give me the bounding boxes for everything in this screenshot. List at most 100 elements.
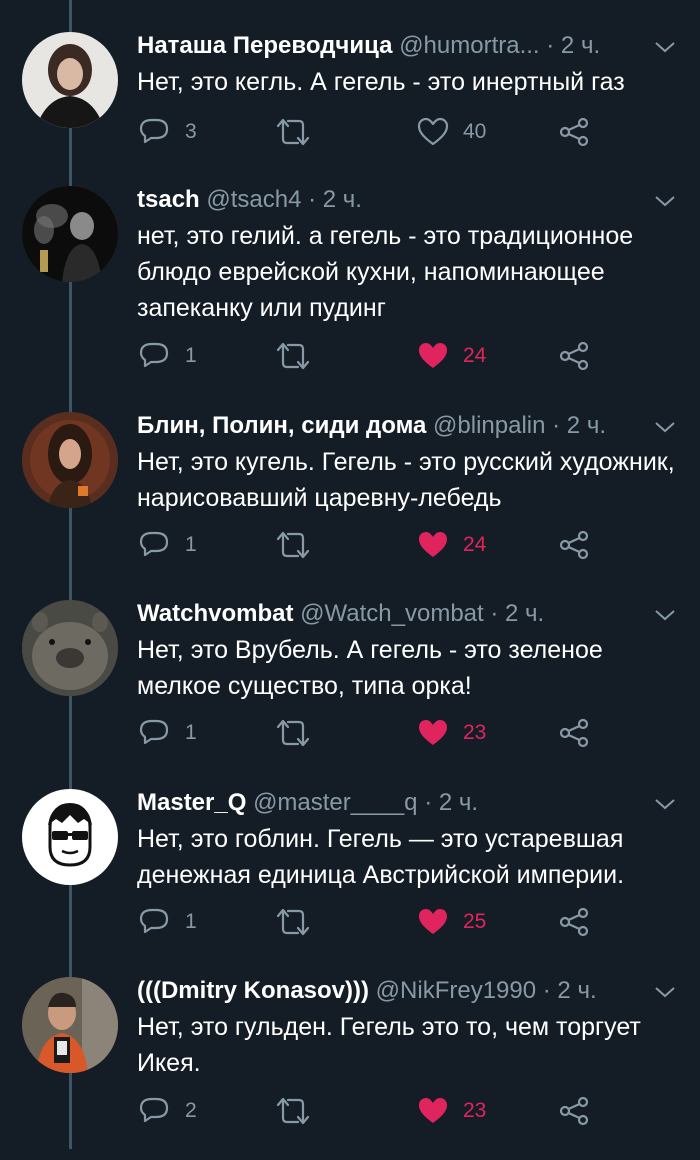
reply-button[interactable]: 3	[137, 112, 197, 152]
reply-icon	[139, 531, 169, 557]
reply-count: 1	[185, 344, 197, 367]
like-count: 24	[463, 533, 487, 556]
retweet-button[interactable]	[274, 336, 312, 376]
tweet-actions: 1 23	[0, 713, 700, 753]
tweet-header: Наташа Переводчица @humortra... · 2 ч.	[137, 30, 660, 62]
retweet-icon	[276, 719, 310, 747]
reply-button[interactable]: 1	[137, 902, 197, 942]
reply-icon	[139, 908, 169, 934]
username[interactable]: @humortra...	[399, 32, 539, 59]
tweet-text: Нет, это гульден. Гегель это то, чем тор…	[137, 1013, 641, 1077]
tweet[interactable]: (((Dmitry Konasov))) @NikFrey1990 · 2 ч.…	[0, 975, 700, 1160]
share-icon	[559, 1096, 589, 1126]
like-count: 23	[463, 721, 487, 744]
share-button[interactable]	[558, 525, 590, 565]
retweet-icon	[276, 118, 310, 146]
username[interactable]: @Watch_vombat	[300, 600, 484, 627]
timestamp[interactable]: · 2 ч.	[543, 977, 597, 1004]
like-icon	[419, 720, 447, 745]
avatar[interactable]	[22, 412, 118, 508]
like-count: 23	[463, 1099, 487, 1122]
share-button[interactable]	[558, 1091, 590, 1131]
like-icon	[419, 909, 447, 934]
reply-button[interactable]: 1	[137, 525, 197, 565]
avatar[interactable]	[22, 789, 118, 885]
username[interactable]: @tsach4	[206, 186, 301, 213]
tweet-text: Нет, это гоблин. Гегель — это устаревшая…	[137, 825, 625, 889]
retweet-button[interactable]	[274, 902, 312, 942]
chevron-down-icon[interactable]	[654, 797, 676, 811]
tweet-actions: 1 24	[0, 525, 700, 565]
share-icon	[559, 341, 589, 371]
tweet-actions: 1 25	[0, 902, 700, 942]
like-button[interactable]: 40	[417, 112, 486, 152]
chevron-down-icon[interactable]	[654, 40, 676, 54]
like-icon	[419, 532, 447, 557]
display-name[interactable]: Блин, Полин, сиди дома	[137, 412, 426, 439]
display-name[interactable]: (((Dmitry Konasov)))	[137, 977, 369, 1004]
tweet-header: tsach @tsach4 · 2 ч.	[137, 184, 660, 216]
username[interactable]: @NikFrey1990	[376, 977, 536, 1004]
display-name[interactable]: Master_Q	[137, 789, 246, 816]
tweet[interactable]: tsach @tsach4 · 2 ч. нет, это гелий. а г…	[0, 184, 700, 371]
retweet-button[interactable]	[274, 112, 312, 152]
tweet[interactable]: Блин, Полин, сиди дома @blinpalin · 2 ч.…	[0, 410, 700, 595]
retweet-button[interactable]	[274, 713, 312, 753]
tweet-text: Нет, это Врубель. А гегель - это зеленое…	[137, 636, 603, 700]
retweet-icon	[276, 531, 310, 559]
chevron-down-icon[interactable]	[654, 985, 676, 999]
display-name[interactable]: Watchvombat	[137, 600, 293, 627]
reply-count: 2	[185, 1099, 197, 1122]
retweet-button[interactable]	[274, 525, 312, 565]
timestamp[interactable]: · 2 ч.	[552, 412, 606, 439]
like-count: 25	[463, 910, 487, 933]
reply-icon	[139, 118, 169, 144]
reply-icon	[139, 719, 169, 745]
retweet-button[interactable]	[274, 1091, 312, 1131]
chevron-down-icon[interactable]	[654, 608, 676, 622]
retweet-icon	[276, 342, 310, 370]
like-button[interactable]: 23	[417, 713, 486, 753]
reply-button[interactable]: 1	[137, 336, 197, 376]
chevron-down-icon[interactable]	[654, 420, 676, 434]
share-button[interactable]	[558, 902, 590, 942]
share-icon	[559, 117, 589, 147]
tweet-text: Нет, это кегль. А гегель - это инертный …	[137, 68, 625, 96]
retweet-icon	[276, 908, 310, 936]
tweet[interactable]: Master_Q @master____q · 2 ч. Нет, это го…	[0, 787, 700, 972]
reply-count: 1	[185, 910, 197, 933]
like-count: 24	[463, 344, 487, 367]
like-button[interactable]: 23	[417, 1091, 486, 1131]
reply-count: 1	[185, 533, 197, 556]
tweet-actions: 2 23	[0, 1091, 700, 1131]
like-button[interactable]: 24	[417, 336, 486, 376]
like-icon	[419, 343, 447, 368]
avatar[interactable]	[22, 977, 118, 1073]
chevron-down-icon[interactable]	[654, 194, 676, 208]
like-button[interactable]: 24	[417, 525, 486, 565]
display-name[interactable]: Наташа Переводчица	[137, 32, 393, 59]
retweet-icon	[276, 1097, 310, 1125]
tweet-header: (((Dmitry Konasov))) @NikFrey1990 · 2 ч.	[137, 975, 660, 1007]
share-button[interactable]	[558, 713, 590, 753]
share-icon	[559, 907, 589, 937]
avatar[interactable]	[22, 600, 118, 696]
avatar[interactable]	[22, 186, 118, 282]
timestamp[interactable]: · 2 ч.	[308, 186, 362, 213]
reply-count: 1	[185, 721, 197, 744]
tweet[interactable]: Watchvombat @Watch_vombat · 2 ч. Нет, эт…	[0, 598, 700, 783]
username[interactable]: @blinpalin	[433, 412, 545, 439]
like-button[interactable]: 25	[417, 902, 486, 942]
username[interactable]: @master____q	[253, 789, 417, 816]
tweet-text: Нет, это кугель. Гегель - это русский ху…	[137, 448, 675, 512]
share-button[interactable]	[558, 336, 590, 376]
tweet-header: Master_Q @master____q · 2 ч.	[137, 787, 660, 819]
reply-button[interactable]: 1	[137, 713, 197, 753]
timestamp[interactable]: · 2 ч.	[424, 789, 478, 816]
share-button[interactable]	[558, 112, 590, 152]
timestamp[interactable]: · 2 ч.	[490, 600, 544, 627]
timestamp[interactable]: · 2 ч.	[546, 32, 600, 59]
reply-button[interactable]: 2	[137, 1091, 197, 1131]
display-name[interactable]: tsach	[137, 186, 200, 213]
tweet-actions: 1 24	[0, 336, 700, 376]
